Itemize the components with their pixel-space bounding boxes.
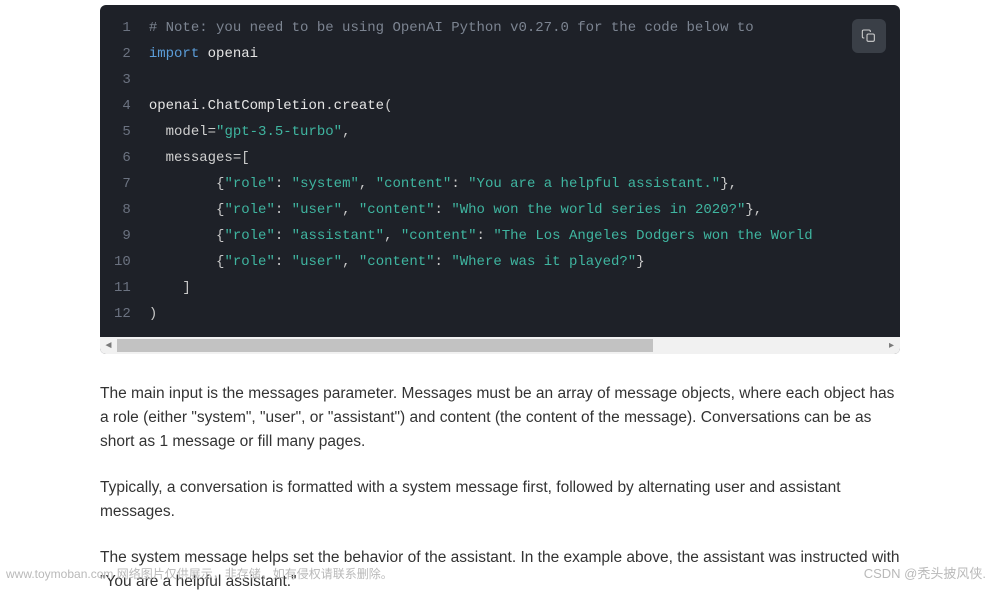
- code-block: 123456789101112 # Note: you need to be u…: [100, 5, 900, 354]
- code-lines: # Note: you need to be using OpenAI Pyth…: [149, 15, 900, 327]
- line-numbers: 123456789101112: [100, 15, 149, 327]
- scrollbar-track[interactable]: [117, 337, 883, 354]
- watermark-right: CSDN @秃头披风侠.: [864, 563, 986, 582]
- paragraph-1: The main input is the messages parameter…: [100, 382, 900, 454]
- copy-icon: [861, 28, 877, 44]
- page-container: 123456789101112 # Note: you need to be u…: [0, 5, 1000, 594]
- paragraph-2: Typically, a conversation is formatted w…: [100, 476, 900, 524]
- horizontal-scrollbar[interactable]: ◄ ▸: [100, 337, 900, 354]
- scroll-left-arrow[interactable]: ◄: [100, 337, 117, 354]
- body-text: The main input is the messages parameter…: [100, 382, 900, 594]
- copy-button[interactable]: [852, 19, 886, 53]
- code-content: 123456789101112 # Note: you need to be u…: [100, 5, 900, 337]
- scrollbar-thumb[interactable]: [117, 339, 653, 352]
- watermark-left: www.toymoban.com 网络图片仅供展示，非存储，如有侵权请联系删除。: [6, 565, 393, 582]
- scroll-right-arrow[interactable]: ▸: [883, 337, 900, 354]
